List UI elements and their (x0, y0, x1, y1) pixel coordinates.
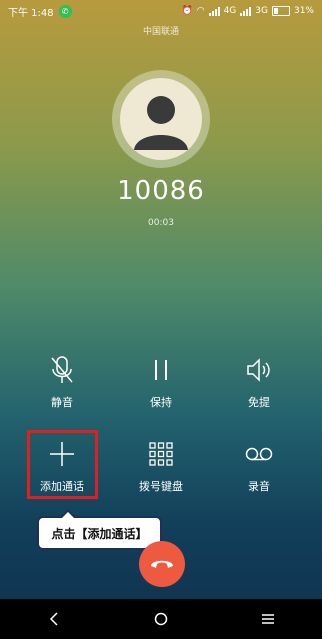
alarm-icon: ⏰ (181, 6, 193, 16)
speaker-button[interactable]: 免提 (214, 354, 304, 410)
mute-button[interactable]: 静音 (17, 354, 107, 410)
voicemail-icon (214, 438, 304, 470)
person-icon (134, 96, 188, 150)
mute-label: 静音 (51, 396, 73, 409)
hold-label: 保持 (150, 396, 172, 409)
keypad-button[interactable]: 拨号键盘 (116, 438, 206, 494)
keypad-icon (116, 438, 206, 470)
hold-button[interactable]: 保持 (116, 354, 206, 410)
back-icon (49, 612, 58, 626)
speaker-label: 免提 (248, 396, 270, 409)
network-type-2: 3G (255, 6, 268, 16)
end-call-button[interactable] (139, 541, 185, 587)
status-bar: 下午 1:48 ✆ ⏰ ◠ 4G 3G 31% (0, 0, 322, 22)
menu-button[interactable] (248, 599, 288, 639)
status-time: 下午 1:48 (8, 7, 54, 19)
wifi-icon: ◠ (196, 6, 205, 16)
contact-avatar (120, 78, 202, 160)
instruction-tooltip: 点击【添加通话】 (37, 509, 162, 550)
home-button[interactable] (141, 599, 181, 639)
pause-icon (116, 354, 206, 386)
back-button[interactable] (34, 599, 74, 639)
menu-icon (262, 614, 275, 624)
keypad-label: 拨号键盘 (139, 480, 183, 493)
record-button[interactable]: 录音 (214, 438, 304, 494)
hang-up-icon (151, 560, 173, 568)
home-icon (154, 612, 168, 626)
battery-icon (271, 6, 290, 16)
signal-icon-2 (240, 6, 252, 16)
microphone-off-icon (17, 354, 107, 386)
speaker-icon (214, 354, 304, 386)
add-call-highlight-box (27, 430, 98, 499)
battery-percent: 31% (293, 6, 314, 16)
ongoing-call-icon: ✆ (58, 4, 72, 18)
carrier-label: 中国联通 (142, 27, 179, 37)
caller-number: 10086 (117, 176, 205, 206)
call-duration: 00:03 (148, 218, 174, 228)
navigation-bar (0, 599, 322, 639)
network-type-1: 4G (223, 6, 237, 16)
record-label: 录音 (248, 480, 270, 493)
signal-icon (208, 6, 220, 16)
